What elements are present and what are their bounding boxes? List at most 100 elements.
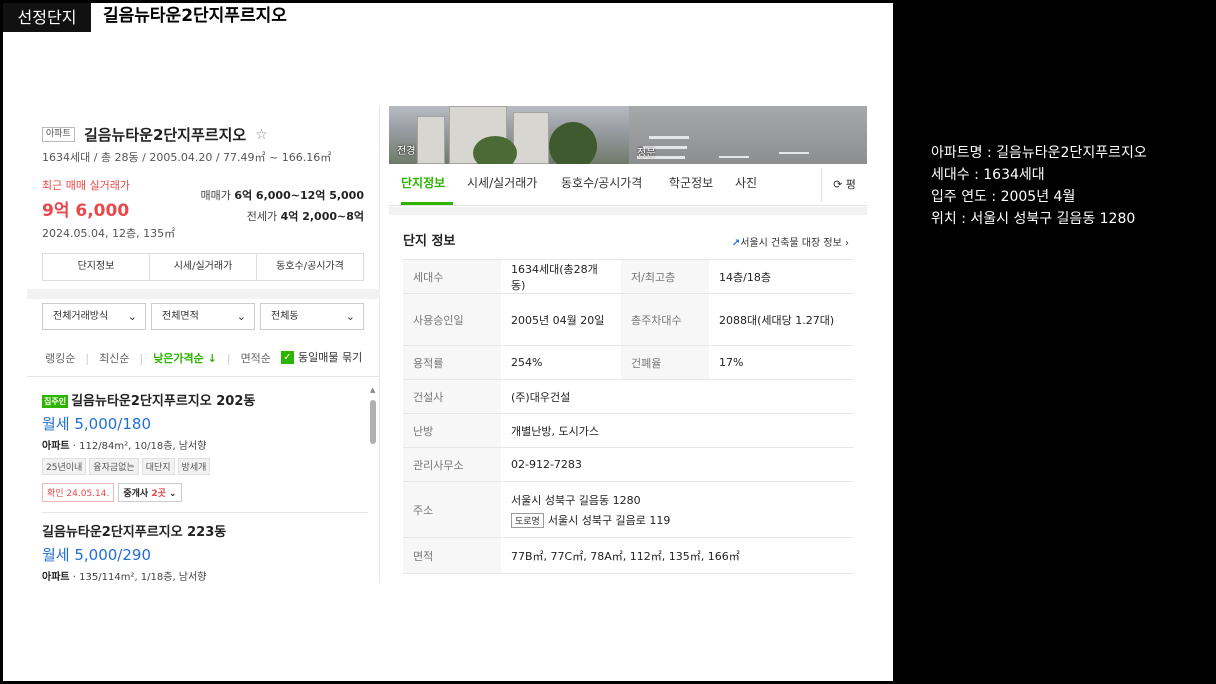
scroll-up-icon[interactable]: ▲ [370, 386, 375, 394]
row-value: 02-912-7283 [501, 447, 853, 482]
sort-separator: | [85, 351, 90, 365]
complex-summary-panel: 아파트 길음뉴타운2단지푸르지오 ☆ 1634세대 / 총 28동 / 2005… [27, 106, 380, 583]
list-item[interactable]: 집주인 길음뉴타운2단지푸르지오 202동 월세 5,000/180 아파트 · … [42, 382, 362, 512]
section-divider [27, 289, 380, 299]
summary-tabs: 단지정보 시세/실거래가 동호수/공시가격 [42, 253, 364, 281]
sale-range-label: 매매가 [200, 189, 235, 202]
feature-chip: 25년이내 [42, 458, 87, 475]
road-marking [719, 156, 749, 158]
row-value: 254% [501, 345, 621, 380]
tab-price-trades[interactable]: 시세/실거래가 [467, 174, 537, 191]
tree-shape [549, 122, 597, 164]
listing-price: 월세 5,000/180 [42, 415, 151, 433]
agents-count: 2곳 [151, 489, 166, 499]
list-item[interactable]: 길음뉴타운2단지푸르지오 223동 월세 5,000/290 아파트 · 135… [42, 512, 368, 583]
chevron-down-icon: ⌄ [236, 310, 246, 323]
complex-name: 길음뉴타운2단지푸르지오 [83, 126, 247, 144]
exterior-photo[interactable]: 전경 [389, 106, 629, 164]
confirmed-date-badge: 확인 24.05.14. [42, 483, 115, 502]
complex-info-table: 세대수 1634세대(총28개동) 저/최고층 14층/18층 사용승인일 20… [403, 259, 853, 574]
sale-range: 6억 6,000~12억 5,000 [234, 189, 364, 202]
jeonse-range: 4억 2,000~8억 [280, 210, 364, 223]
selected-complex-badge: 선정단지 [3, 3, 91, 32]
building-registry-label: 서울시 건축물 대장 정보 › [740, 238, 849, 249]
lot-address: 서울시 성북구 길음동 1280 [511, 493, 641, 507]
sort-separator: | [139, 351, 144, 365]
trade-type-select[interactable]: 전체거래방식 ⌄ [42, 303, 146, 330]
row-value: 개별난방, 도시가스 [501, 413, 853, 448]
listing-scrollbar[interactable]: ▲ [370, 386, 376, 581]
row-header: 난방 [403, 413, 501, 448]
row-header: 건폐율 [621, 345, 709, 380]
road-address: 서울시 성북구 길음로 119 [547, 513, 671, 527]
chevron-down-icon: ⌄ [127, 310, 137, 323]
row-value: 1634세대(총28개동) [501, 259, 621, 294]
listing-filters: 전체거래방식 ⌄ 전체면적 ⌄ 전체동 ⌄ [42, 303, 364, 330]
building-shape [513, 112, 549, 164]
scroll-thumb[interactable] [370, 400, 376, 444]
jeonse-range-label: 전세가 [246, 210, 281, 223]
building-registry-link[interactable]: ↗서울시 건축물 대장 정보 › [732, 234, 849, 249]
sort-low-price[interactable]: 낮은가격순 ↓ [153, 350, 217, 366]
chevron-down-icon: ⌄ [345, 310, 355, 323]
listing-title: 길음뉴타운2단지푸르지오 202동 [71, 394, 256, 409]
section-divider [389, 207, 867, 215]
photo-caption: 정문 [637, 148, 656, 159]
table-row: 사용승인일 2005년 04월 20일 총주차대수 2088대(세대당 1.27… [403, 293, 853, 346]
table-row: 관리사무소 02-912-7283 [403, 447, 853, 482]
row-value: 17% [709, 345, 853, 380]
row-value: 서울시 성북구 길음동 1280 도로명 서울시 성북구 길음로 119 [501, 481, 853, 538]
gate-photo[interactable]: 정문 [629, 106, 867, 164]
complex-facts: 아파트명 : 길음뉴타운2단지푸르지오 세대수 : 1634세대 입주 연도 :… [931, 142, 1147, 230]
row-value: (주)대우건설 [501, 379, 853, 414]
tab-complex-info[interactable]: 단지정보 [43, 254, 150, 280]
group-same-listings-toggle[interactable]: ✓ 동일매물 묶기 [281, 349, 362, 365]
active-tab-indicator [401, 202, 453, 205]
feature-chip: 방세개 [177, 458, 211, 475]
recent-trade-info: 2024.05.04, 12층, 135㎡ [42, 227, 176, 240]
building-select[interactable]: 전체동 ⌄ [260, 303, 364, 330]
tab-unit-prices[interactable]: 동호수/공시가격 [257, 254, 363, 280]
info-sidebar: 아파트명 : 길음뉴타운2단지푸르지오 세대수 : 1634세대 입주 연도 :… [893, 0, 1216, 684]
owner-tag: 집주인 [42, 395, 69, 408]
slide: 선정단지 길음뉴타운2단지푸르지오 아파트 길음뉴타운2단지푸르지오 ☆ 163… [3, 3, 893, 681]
property-type-tag: 아파트 [42, 127, 75, 142]
detail-tabs: 단지정보 시세/실거래가 동호수/공시가격 학군정보 사진 ⟳ 평 [389, 164, 867, 206]
area-select[interactable]: 전체면적 ⌄ [151, 303, 255, 330]
tab-photos[interactable]: 사진 [735, 174, 757, 191]
favorite-star-icon[interactable]: ☆ [255, 127, 268, 143]
sort-area[interactable]: 면적순 [241, 350, 271, 366]
tree-shape [473, 136, 517, 164]
sort-latest[interactable]: 최신순 [99, 350, 129, 366]
row-value: 77B㎡, 77C㎡, 78A㎡, 112㎡, 135㎡, 166㎡ [501, 537, 853, 574]
listing-screenshot: 아파트 길음뉴타운2단지푸르지오 ☆ 1634세대 / 총 28동 / 2005… [27, 106, 867, 583]
row-header: 저/최고층 [621, 259, 709, 294]
row-value: 2088대(세대당 1.27대) [709, 293, 853, 346]
price-ranges: 매매가 6억 6,000~12억 5,000 전세가 4억 2,000~8억 [200, 185, 364, 227]
sort-ranking[interactable]: 랭킹순 [45, 350, 75, 366]
tab-price-trades[interactable]: 시세/실거래가 [150, 254, 257, 280]
agents-label: 중개사 [123, 489, 152, 499]
sort-separator: | [226, 351, 231, 365]
table-row: 세대수 1634세대(총28개동) 저/최고층 14층/18층 [403, 259, 853, 294]
table-row: 면적 77B㎡, 77C㎡, 78A㎡, 112㎡, 135㎡, 166㎡ [403, 537, 853, 574]
complex-meta: 1634세대 / 총 28동 / 2005.04.20 / 77.49㎡ ~ 1… [42, 151, 332, 164]
complex-detail-panel: 전경 정문 단지정보 시세/실거래가 동호수/공시가격 학군정보 사진 ⟳ 평 … [389, 106, 867, 583]
trade-type-value: 전체거래방식 [53, 311, 109, 322]
table-row: 용적률 254% 건폐율 17% [403, 345, 853, 380]
slide-title: 길음뉴타운2단지푸르지오 [103, 6, 287, 26]
road-address-tag: 도로명 [511, 512, 544, 528]
row-header: 용적률 [403, 345, 501, 380]
fact-name: 아파트명 : 길음뉴타운2단지푸르지오 [931, 145, 1147, 161]
row-header: 총주차대수 [621, 293, 709, 346]
fact-location: 위치 : 서울시 성북구 길음동 1280 [931, 211, 1136, 227]
area-unit-toggle-button[interactable]: ⟳ 평 [821, 168, 867, 202]
tab-unit-prices[interactable]: 동호수/공시가격 [561, 174, 642, 191]
tab-school-info[interactable]: 학군정보 [669, 174, 713, 191]
complex-photos[interactable]: 전경 정문 [389, 106, 867, 164]
area-value: 전체면적 [162, 311, 199, 322]
building-shape [417, 116, 445, 164]
tab-complex-info[interactable]: 단지정보 [401, 174, 445, 191]
agents-dropdown[interactable]: 중개사 2곳 ⌄ [118, 483, 182, 502]
table-row: 난방 개별난방, 도시가스 [403, 413, 853, 448]
